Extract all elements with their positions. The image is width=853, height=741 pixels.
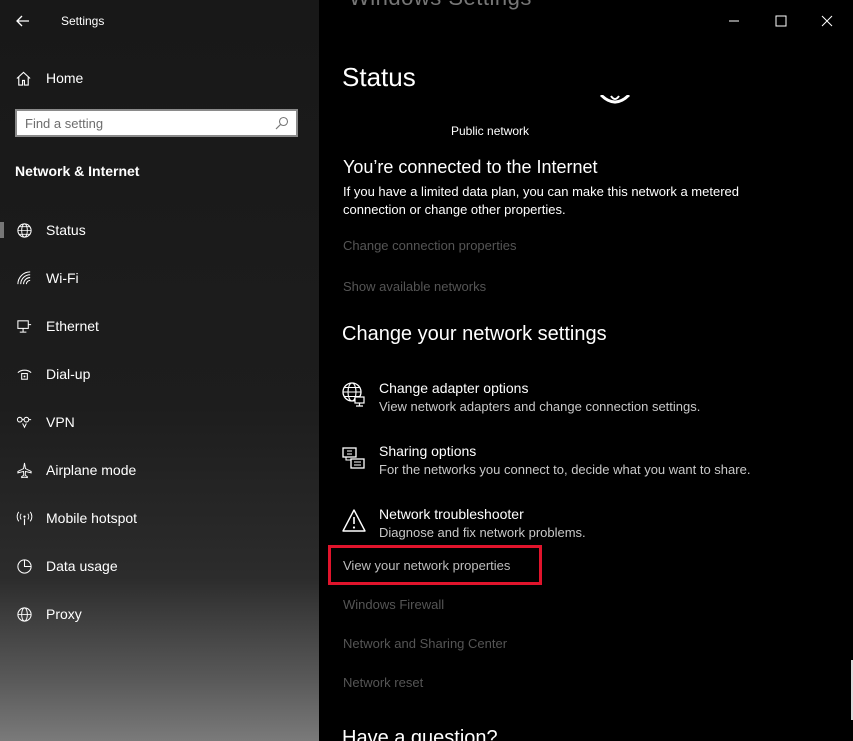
option-description: For the networks you connect to, decide …	[379, 462, 751, 477]
option-description: View network adapters and change connect…	[379, 399, 701, 414]
connection-status-description: If you have a limited data plan, you can…	[343, 184, 739, 217]
sidebar-item-ethernet[interactable]: Ethernet	[0, 306, 319, 346]
option-title: Sharing options	[379, 443, 477, 459]
view-network-properties-link[interactable]: View your network properties	[328, 545, 542, 585]
vpn-icon	[15, 413, 33, 431]
sidebar-item-data-usage[interactable]: Data usage	[0, 546, 319, 586]
sidebar-item-label: Mobile hotspot	[46, 510, 138, 526]
sidebar-item-label: Data usage	[46, 558, 118, 574]
network-reset-link[interactable]: Network reset	[343, 675, 423, 690]
sidebar-item-home[interactable]: Home	[15, 68, 83, 88]
sidebar: Settings Home Network & Internet Status …	[0, 0, 319, 741]
section-heading: Network & Internet	[15, 163, 140, 179]
sidebar-item-vpn[interactable]: VPN	[0, 402, 319, 442]
minimize-button[interactable]	[719, 6, 749, 36]
option-title: Network troubleshooter	[379, 506, 524, 522]
minimize-icon	[729, 20, 739, 22]
airplane-icon	[15, 461, 33, 479]
question-heading: Have a question?	[342, 727, 498, 741]
close-icon	[821, 15, 833, 27]
search-icon	[275, 116, 289, 130]
option-title: Change adapter options	[379, 380, 529, 396]
proxy-globe-icon	[15, 605, 33, 623]
sidebar-item-airplane[interactable]: Airplane mode	[0, 450, 319, 490]
close-button[interactable]	[812, 6, 842, 36]
network-globe-icon	[599, 95, 631, 104]
selection-indicator	[0, 222, 4, 238]
search-input[interactable]	[25, 114, 270, 132]
view-network-properties-label: View your network properties	[343, 557, 511, 573]
sidebar-item-label: Wi-Fi	[46, 270, 79, 286]
app-title: Settings	[61, 14, 105, 28]
windows-firewall-link[interactable]: Windows Firewall	[343, 597, 444, 612]
network-type-label: Public network	[451, 124, 530, 138]
connection-status-heading: You’re connected to the Internet	[343, 157, 598, 177]
back-arrow-icon	[16, 15, 29, 27]
sidebar-item-label: Airplane mode	[46, 462, 137, 478]
sidebar-item-proxy[interactable]: Proxy	[0, 594, 319, 634]
back-button[interactable]	[8, 8, 38, 34]
maximize-icon	[775, 15, 787, 27]
maximize-button[interactable]	[766, 6, 796, 36]
wifi-icon	[15, 269, 33, 287]
sidebar-item-dialup[interactable]: Dial-up	[0, 354, 319, 394]
change-adapter-options[interactable]: Change adapter options View network adap…	[341, 380, 821, 426]
status-globe-icon	[15, 221, 33, 239]
main-content: Windows Settings Status Public network Y…	[319, 0, 853, 741]
change-network-settings-heading: Change your network settings	[342, 323, 607, 345]
change-connection-properties-link[interactable]: Change connection properties	[343, 238, 516, 253]
home-icon	[16, 71, 31, 86]
home-label: Home	[46, 70, 84, 86]
sidebar-item-label: Proxy	[46, 606, 82, 622]
sidebar-item-label: Ethernet	[46, 318, 99, 334]
sidebar-item-hotspot[interactable]: Mobile hotspot	[0, 498, 319, 538]
sidebar-item-label: VPN	[46, 414, 75, 430]
data-usage-icon	[15, 557, 33, 575]
adapter-globe-icon	[341, 382, 369, 410]
page-title: Status	[342, 62, 416, 92]
sharing-options[interactable]: Sharing options For the networks you con…	[341, 443, 821, 489]
sidebar-item-wifi[interactable]: Wi-Fi	[0, 258, 319, 298]
sharing-icon	[341, 445, 369, 473]
dialup-icon	[15, 365, 33, 383]
show-available-networks-link[interactable]: Show available networks	[343, 279, 486, 294]
sidebar-item-status[interactable]: Status	[0, 210, 319, 250]
search-box[interactable]	[15, 109, 298, 137]
background-window-title: Windows Settings	[349, 0, 532, 11]
warning-icon	[341, 508, 369, 536]
hotspot-icon	[15, 509, 33, 527]
sidebar-item-label: Status	[46, 222, 86, 238]
sidebar-item-label: Dial-up	[46, 366, 91, 382]
network-sharing-center-link[interactable]: Network and Sharing Center	[343, 636, 507, 651]
ethernet-icon	[15, 317, 33, 335]
option-description: Diagnose and fix network problems.	[379, 525, 586, 540]
